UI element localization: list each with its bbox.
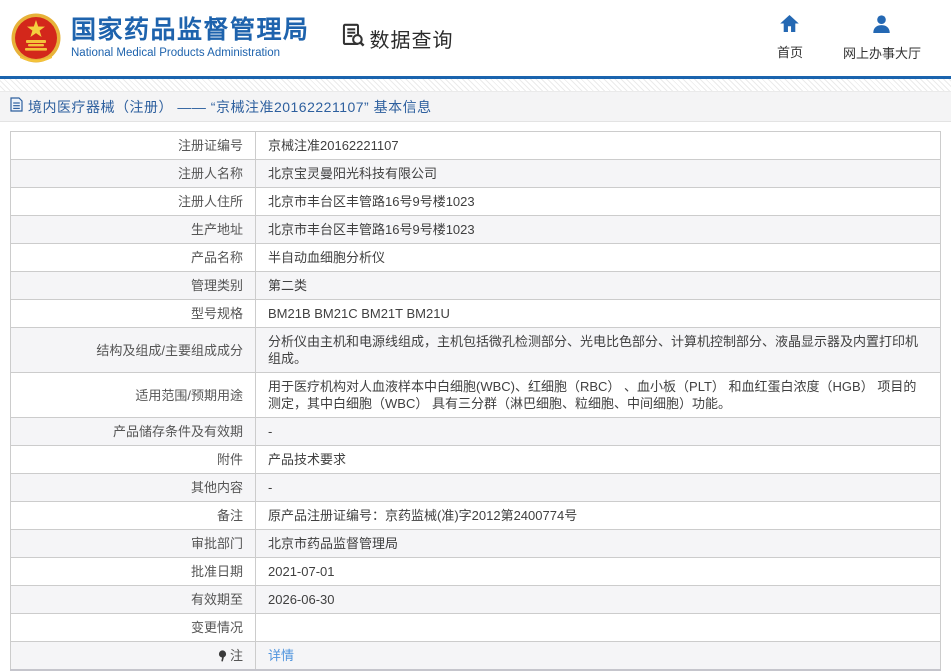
field-label: 批准日期 xyxy=(11,558,256,586)
field-label: 生产地址 xyxy=(11,216,256,244)
brand-block: 国家药品监督管理局 National Medical Products Admi… xyxy=(71,16,310,60)
field-value: BM21B BM21C BM21T BM21U xyxy=(256,300,941,328)
table-row: 注册人名称北京宝灵曼阳光科技有限公司 xyxy=(11,160,941,188)
field-value: 详情 xyxy=(256,642,941,671)
field-label: 产品储存条件及有效期 xyxy=(11,418,256,446)
field-label: 注册人名称 xyxy=(11,160,256,188)
field-label: 注 xyxy=(11,642,256,671)
table-row: 注册人住所北京市丰台区丰管路16号9号楼1023 xyxy=(11,188,941,216)
field-label: 管理类别 xyxy=(11,272,256,300)
document-icon xyxy=(10,97,28,117)
field-value: 北京宝灵曼阳光科技有限公司 xyxy=(256,160,941,188)
nav-label: 网上办事大厅 xyxy=(843,43,921,62)
field-label: 注册人住所 xyxy=(11,188,256,216)
table-row: 变更情况 xyxy=(11,614,941,642)
nav-label: 首页 xyxy=(777,42,803,61)
field-value xyxy=(256,614,941,642)
field-label: 备注 xyxy=(11,502,256,530)
field-value: 京械注准20162221107 xyxy=(256,132,941,160)
home-icon xyxy=(780,15,799,42)
field-label: 适用范围/预期用途 xyxy=(11,373,256,418)
field-label: 附件 xyxy=(11,446,256,474)
field-value: 半自动血细胞分析仪 xyxy=(256,244,941,272)
field-value: 2026-06-30 xyxy=(256,586,941,614)
data-query-icon xyxy=(340,22,370,54)
field-label: 型号规格 xyxy=(11,300,256,328)
table-row: 产品名称半自动血细胞分析仪 xyxy=(11,244,941,272)
field-label-text: 注 xyxy=(230,648,243,663)
site-subtitle: National Medical Products Administration xyxy=(71,46,310,60)
table-row: 注册证编号京械注准20162221107 xyxy=(11,132,941,160)
breadcrumb-text: 境内医疗器械（注册） —— “京械注准20162221107” 基本信息 xyxy=(28,97,432,117)
table-row: 产品储存条件及有效期- xyxy=(11,418,941,446)
table-row: 备注原产品注册证编号：京药监械(准)字2012第2400774号 xyxy=(11,502,941,530)
table-row: 其他内容- xyxy=(11,474,941,502)
table-row: 注 详情 xyxy=(11,642,941,671)
nmpa-emblem-logo xyxy=(10,12,62,64)
top-nav: 首页 网上办事大厅 xyxy=(777,15,937,62)
field-value: - xyxy=(256,418,941,446)
field-label: 审批部门 xyxy=(11,530,256,558)
table-row: 管理类别第二类 xyxy=(11,272,941,300)
nav-item-home[interactable]: 首页 xyxy=(777,15,803,62)
field-value: 产品技术要求 xyxy=(256,446,941,474)
detail-link[interactable]: 详情 xyxy=(268,648,294,663)
field-label: 注册证编号 xyxy=(11,132,256,160)
registration-info-table: 注册证编号京械注准20162221107注册人名称北京宝灵曼阳光科技有限公司注册… xyxy=(10,131,941,671)
section-title: 数据查询 xyxy=(370,24,454,53)
table-row: 有效期至2026-06-30 xyxy=(11,586,941,614)
field-value: 2021-07-01 xyxy=(256,558,941,586)
field-value: 分析仪由主机和电源线组成，主机包括微孔检测部分、光电比色部分、计算机控制部分、液… xyxy=(256,328,941,373)
site-title: 国家药品监督管理局 xyxy=(71,16,310,44)
field-label: 产品名称 xyxy=(11,244,256,272)
field-value: 原产品注册证编号：京药监械(准)字2012第2400774号 xyxy=(256,502,941,530)
field-label: 结构及组成/主要组成成分 xyxy=(11,328,256,373)
table-row: 型号规格BM21B BM21C BM21T BM21U xyxy=(11,300,941,328)
field-value: - xyxy=(256,474,941,502)
field-value: 用于医疗机构对人血液样本中白细胞(WBC)、红细胞（RBC） 、血小板（PLT）… xyxy=(256,373,941,418)
page-header: 国家药品监督管理局 National Medical Products Admi… xyxy=(0,0,951,76)
table-row: 适用范围/预期用途用于医疗机构对人血液样本中白细胞(WBC)、红细胞（RBC） … xyxy=(11,373,941,418)
user-icon xyxy=(872,15,891,43)
breadcrumb: 境内医疗器械（注册） —— “京械注准20162221107” 基本信息 xyxy=(0,92,951,122)
field-label: 变更情况 xyxy=(11,614,256,642)
field-label: 其他内容 xyxy=(11,474,256,502)
field-label: 有效期至 xyxy=(11,586,256,614)
section-heading: 数据查询 xyxy=(340,22,454,54)
nav-item-service-hall[interactable]: 网上办事大厅 xyxy=(843,15,921,62)
field-value: 北京市丰台区丰管路16号9号楼1023 xyxy=(256,216,941,244)
table-row: 审批部门北京市药品监督管理局 xyxy=(11,530,941,558)
table-row: 附件产品技术要求 xyxy=(11,446,941,474)
table-row: 生产地址北京市丰台区丰管路16号9号楼1023 xyxy=(11,216,941,244)
pin-icon xyxy=(218,648,230,663)
field-value: 北京市丰台区丰管路16号9号楼1023 xyxy=(256,188,941,216)
field-value: 第二类 xyxy=(256,272,941,300)
hatched-band xyxy=(0,79,951,92)
registration-info-table-wrap: 注册证编号京械注准20162221107注册人名称北京宝灵曼阳光科技有限公司注册… xyxy=(0,122,951,671)
field-value: 北京市药品监督管理局 xyxy=(256,530,941,558)
table-row: 结构及组成/主要组成成分分析仪由主机和电源线组成，主机包括微孔检测部分、光电比色… xyxy=(11,328,941,373)
table-row: 批准日期2021-07-01 xyxy=(11,558,941,586)
